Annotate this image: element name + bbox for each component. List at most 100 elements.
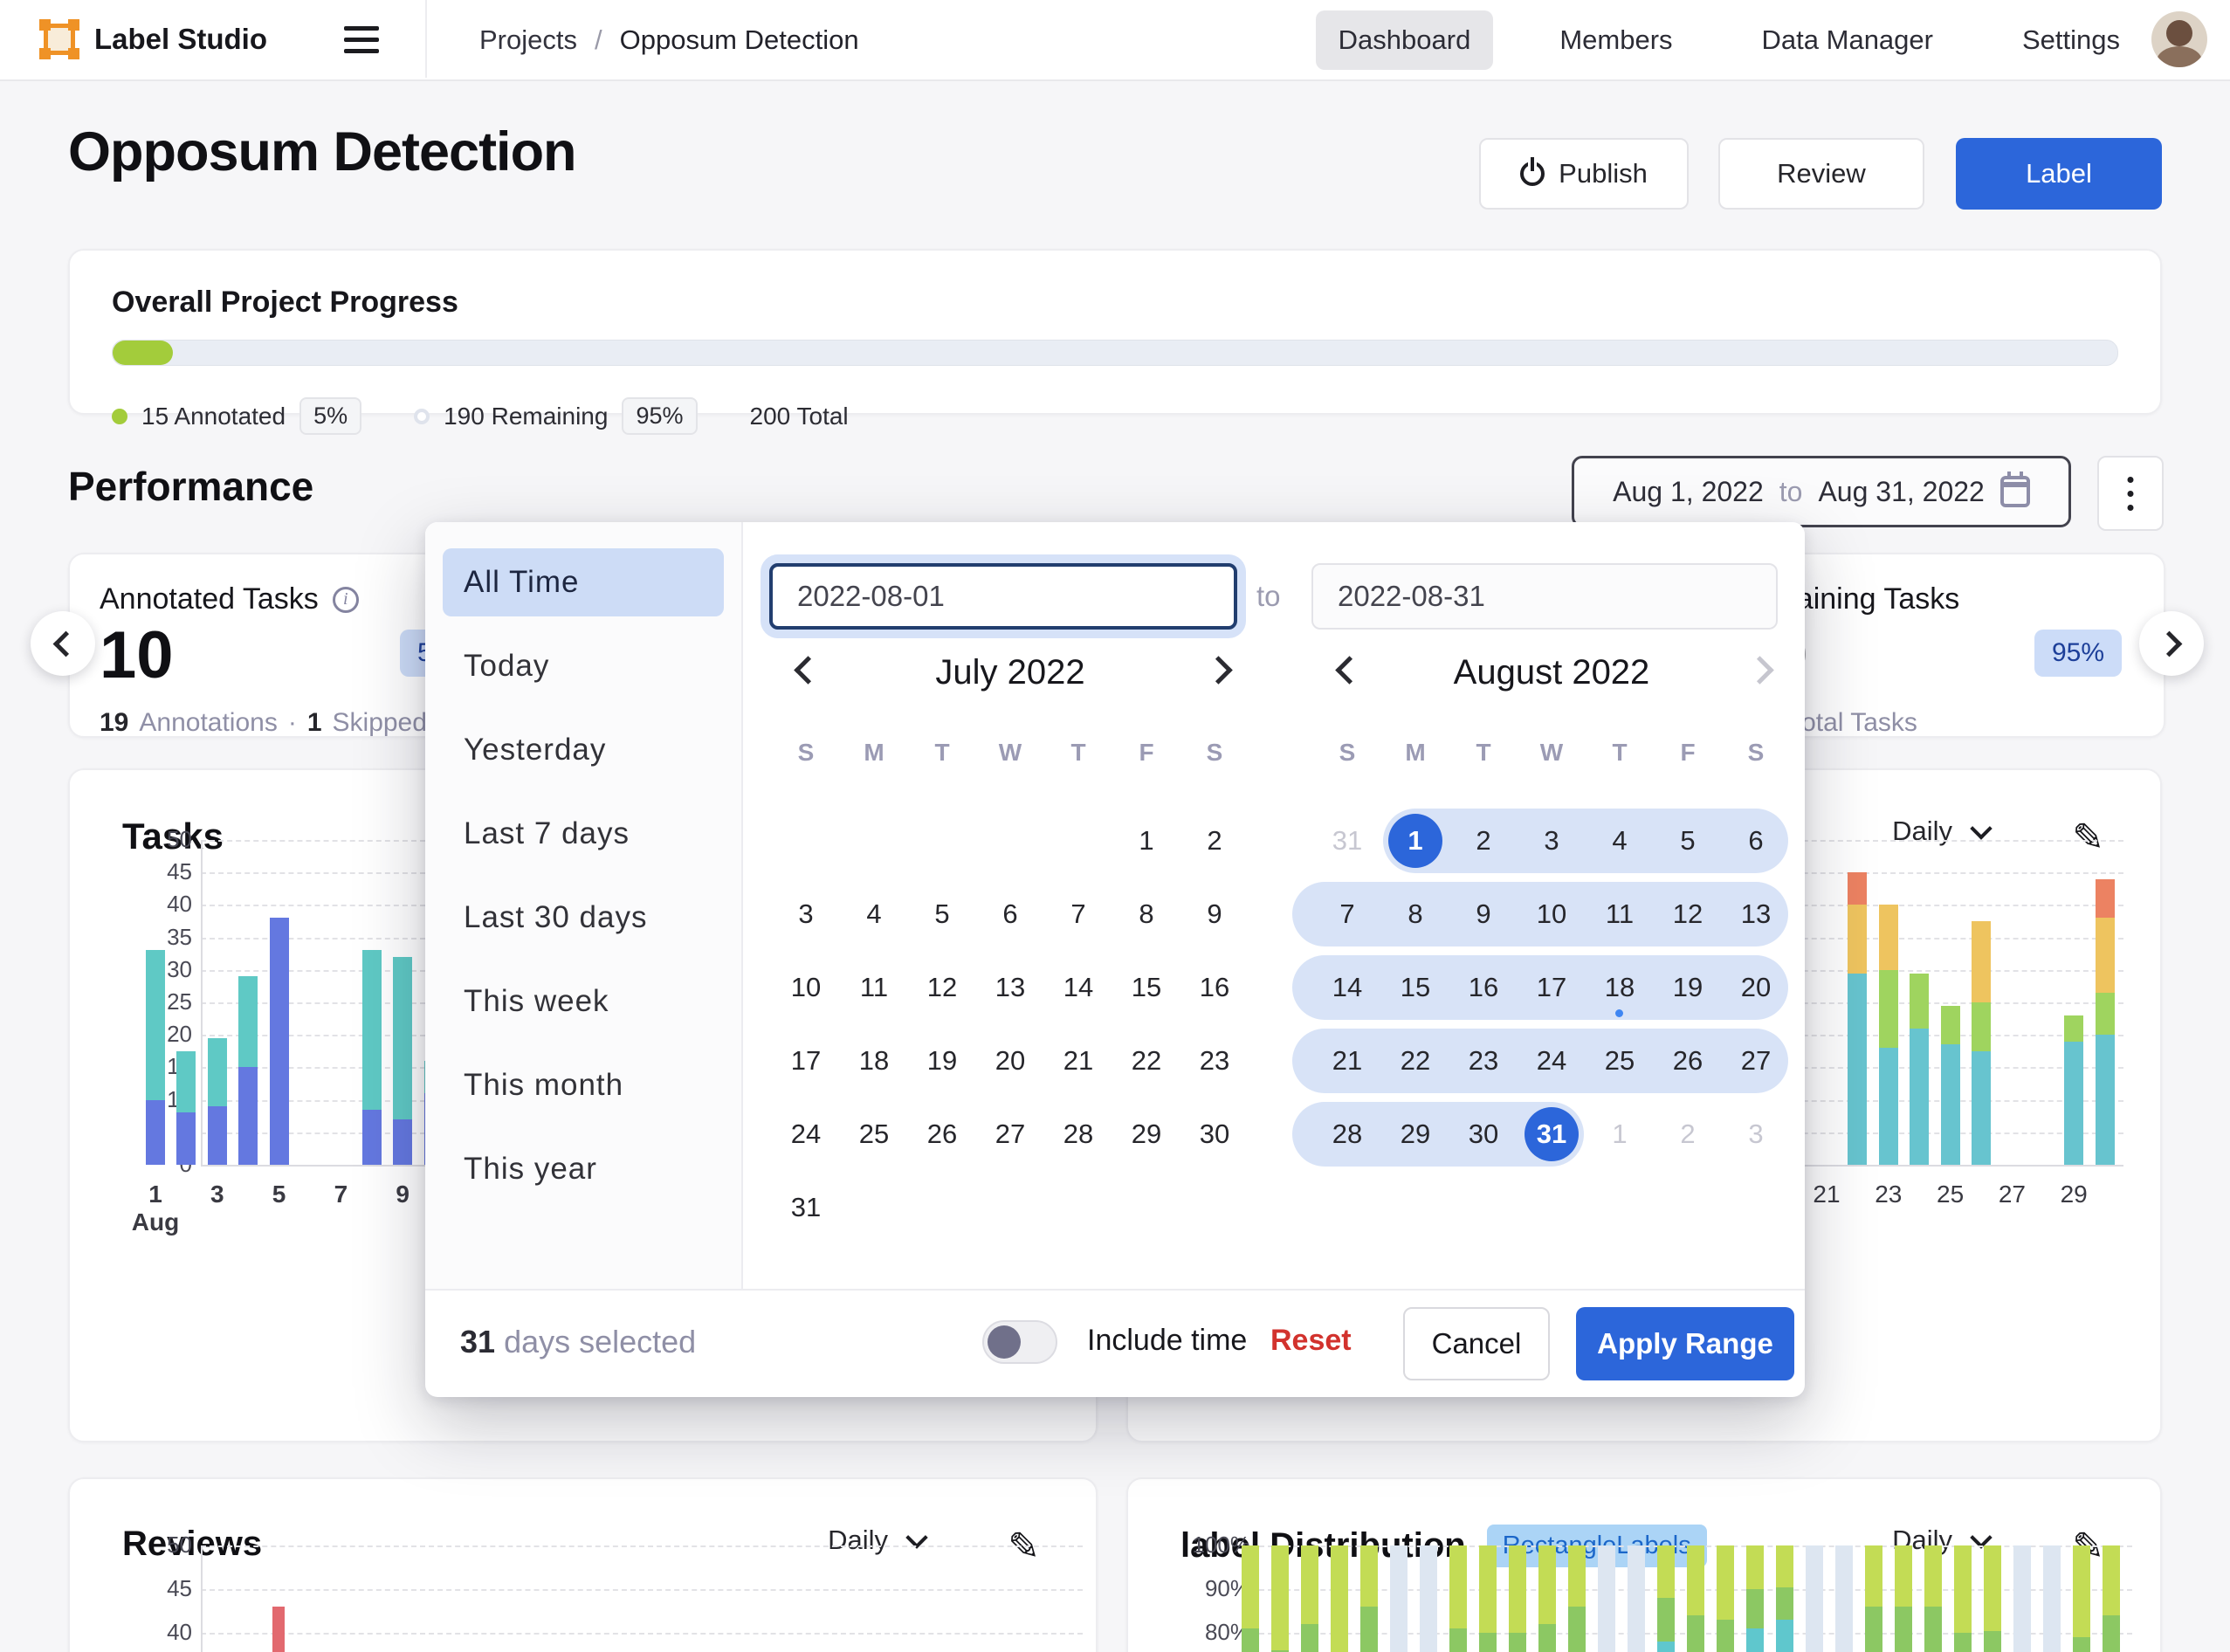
kebab-menu-button[interactable] bbox=[2097, 456, 2164, 531]
preset-this-year[interactable]: This year bbox=[443, 1135, 724, 1203]
day-3[interactable]: 3 bbox=[1518, 809, 1586, 873]
preset-last-7-days[interactable]: Last 7 days bbox=[443, 800, 724, 868]
nav-settings[interactable]: Settings bbox=[1999, 10, 2143, 70]
day-26[interactable]: 26 bbox=[908, 1102, 976, 1167]
day-16[interactable]: 16 bbox=[1449, 955, 1518, 1020]
preset-this-month[interactable]: This month bbox=[443, 1051, 724, 1119]
day-2[interactable]: 2 bbox=[1654, 1102, 1722, 1167]
day-28[interactable]: 28 bbox=[1313, 1102, 1381, 1167]
day-28[interactable]: 28 bbox=[1044, 1102, 1112, 1167]
carousel-prev-button[interactable] bbox=[31, 611, 95, 676]
day-9[interactable]: 9 bbox=[1180, 882, 1249, 946]
day-17[interactable]: 17 bbox=[772, 1029, 840, 1093]
day-25[interactable]: 25 bbox=[1586, 1029, 1654, 1093]
day-16[interactable]: 16 bbox=[1180, 955, 1249, 1020]
day-8[interactable]: 8 bbox=[1112, 882, 1180, 946]
day-18[interactable]: 18 bbox=[1586, 955, 1654, 1020]
day-31[interactable]: 31 bbox=[1518, 1102, 1586, 1167]
label-studio-logo-icon[interactable] bbox=[39, 19, 79, 59]
day-31[interactable]: 31 bbox=[772, 1175, 840, 1240]
day-21[interactable]: 21 bbox=[1313, 1029, 1381, 1093]
day-24[interactable]: 24 bbox=[772, 1102, 840, 1167]
day-1[interactable]: 1 bbox=[1112, 809, 1180, 873]
day-18[interactable]: 18 bbox=[840, 1029, 908, 1093]
day-1[interactable]: 1 bbox=[1381, 809, 1449, 873]
day-26[interactable]: 26 bbox=[1654, 1029, 1722, 1093]
preset-last-30-days[interactable]: Last 30 days bbox=[443, 884, 724, 952]
day-17[interactable]: 17 bbox=[1518, 955, 1586, 1020]
days-selected-label: 31 days selected bbox=[460, 1324, 696, 1360]
day-14[interactable]: 14 bbox=[1044, 955, 1112, 1020]
avatar[interactable] bbox=[2151, 11, 2207, 67]
reset-button[interactable]: Reset bbox=[1270, 1324, 1352, 1358]
preset-this-week[interactable]: This week bbox=[443, 967, 724, 1036]
preset-all-time[interactable]: All Time bbox=[443, 548, 724, 616]
day-9[interactable]: 9 bbox=[1449, 882, 1518, 946]
day-22[interactable]: 22 bbox=[1381, 1029, 1449, 1093]
day-5[interactable]: 5 bbox=[1654, 809, 1722, 873]
day-5[interactable]: 5 bbox=[908, 882, 976, 946]
hamburger-menu-icon[interactable] bbox=[344, 26, 379, 54]
day-27[interactable]: 27 bbox=[1722, 1029, 1790, 1093]
day-25[interactable]: 25 bbox=[840, 1102, 908, 1167]
day-8[interactable]: 8 bbox=[1381, 882, 1449, 946]
header-divider bbox=[425, 0, 427, 78]
day-19[interactable]: 19 bbox=[908, 1029, 976, 1093]
day-10[interactable]: 10 bbox=[1518, 882, 1586, 946]
day-20[interactable]: 20 bbox=[976, 1029, 1044, 1093]
day-23[interactable]: 23 bbox=[1180, 1029, 1249, 1093]
start-date-input[interactable]: 2022-08-01 bbox=[769, 563, 1237, 630]
day-14[interactable]: 14 bbox=[1313, 955, 1381, 1020]
breadcrumb-separator: / bbox=[595, 24, 602, 56]
nav-members[interactable]: Members bbox=[1537, 10, 1695, 70]
day-29[interactable]: 29 bbox=[1381, 1102, 1449, 1167]
day-12[interactable]: 12 bbox=[1654, 882, 1722, 946]
day-20[interactable]: 20 bbox=[1722, 955, 1790, 1020]
day-11[interactable]: 11 bbox=[1586, 882, 1654, 946]
day-30[interactable]: 30 bbox=[1180, 1102, 1249, 1167]
day-22[interactable]: 22 bbox=[1112, 1029, 1180, 1093]
day-31[interactable]: 31 bbox=[1313, 809, 1381, 873]
day-6[interactable]: 6 bbox=[1722, 809, 1790, 873]
carousel-next-button[interactable] bbox=[2139, 611, 2204, 676]
day-30[interactable]: 30 bbox=[1449, 1102, 1518, 1167]
nav-data-manager[interactable]: Data Manager bbox=[1739, 10, 1956, 70]
cancel-button[interactable]: Cancel bbox=[1403, 1307, 1550, 1380]
day-4[interactable]: 4 bbox=[1586, 809, 1654, 873]
preset-today[interactable]: Today bbox=[443, 632, 724, 700]
info-icon[interactable]: i bbox=[333, 587, 359, 613]
day-10[interactable]: 10 bbox=[772, 955, 840, 1020]
day-12[interactable]: 12 bbox=[908, 955, 976, 1020]
include-time-toggle[interactable] bbox=[982, 1320, 1057, 1364]
day-29[interactable]: 29 bbox=[1112, 1102, 1180, 1167]
end-date-input[interactable]: 2022-08-31 bbox=[1311, 563, 1778, 630]
breadcrumb-projects[interactable]: Projects bbox=[479, 24, 577, 56]
day-7[interactable]: 7 bbox=[1044, 882, 1112, 946]
day-13[interactable]: 13 bbox=[976, 955, 1044, 1020]
review-button[interactable]: Review bbox=[1718, 138, 1924, 210]
publish-button[interactable]: Publish bbox=[1479, 138, 1689, 210]
day-6[interactable]: 6 bbox=[976, 882, 1044, 946]
day-13[interactable]: 13 bbox=[1722, 882, 1790, 946]
day-7[interactable]: 7 bbox=[1313, 882, 1381, 946]
day-11[interactable]: 11 bbox=[840, 955, 908, 1020]
day-19[interactable]: 19 bbox=[1654, 955, 1722, 1020]
day-1[interactable]: 1 bbox=[1586, 1102, 1654, 1167]
day-3[interactable]: 3 bbox=[772, 882, 840, 946]
day-15[interactable]: 15 bbox=[1112, 955, 1180, 1020]
day-24[interactable]: 24 bbox=[1518, 1029, 1586, 1093]
apply-range-button[interactable]: Apply Range bbox=[1576, 1307, 1794, 1380]
label-button[interactable]: Label bbox=[1956, 138, 2162, 210]
day-21[interactable]: 21 bbox=[1044, 1029, 1112, 1093]
nav-dashboard[interactable]: Dashboard bbox=[1316, 10, 1494, 70]
day-4[interactable]: 4 bbox=[840, 882, 908, 946]
day-27[interactable]: 27 bbox=[976, 1102, 1044, 1167]
brand-title: Label Studio bbox=[94, 23, 267, 56]
day-15[interactable]: 15 bbox=[1381, 955, 1449, 1020]
preset-yesterday[interactable]: Yesterday bbox=[443, 716, 724, 784]
date-range-button[interactable]: Aug 1, 2022 to Aug 31, 2022 bbox=[1572, 456, 2071, 527]
day-2[interactable]: 2 bbox=[1180, 809, 1249, 873]
day-2[interactable]: 2 bbox=[1449, 809, 1518, 873]
day-3[interactable]: 3 bbox=[1722, 1102, 1790, 1167]
day-23[interactable]: 23 bbox=[1449, 1029, 1518, 1093]
